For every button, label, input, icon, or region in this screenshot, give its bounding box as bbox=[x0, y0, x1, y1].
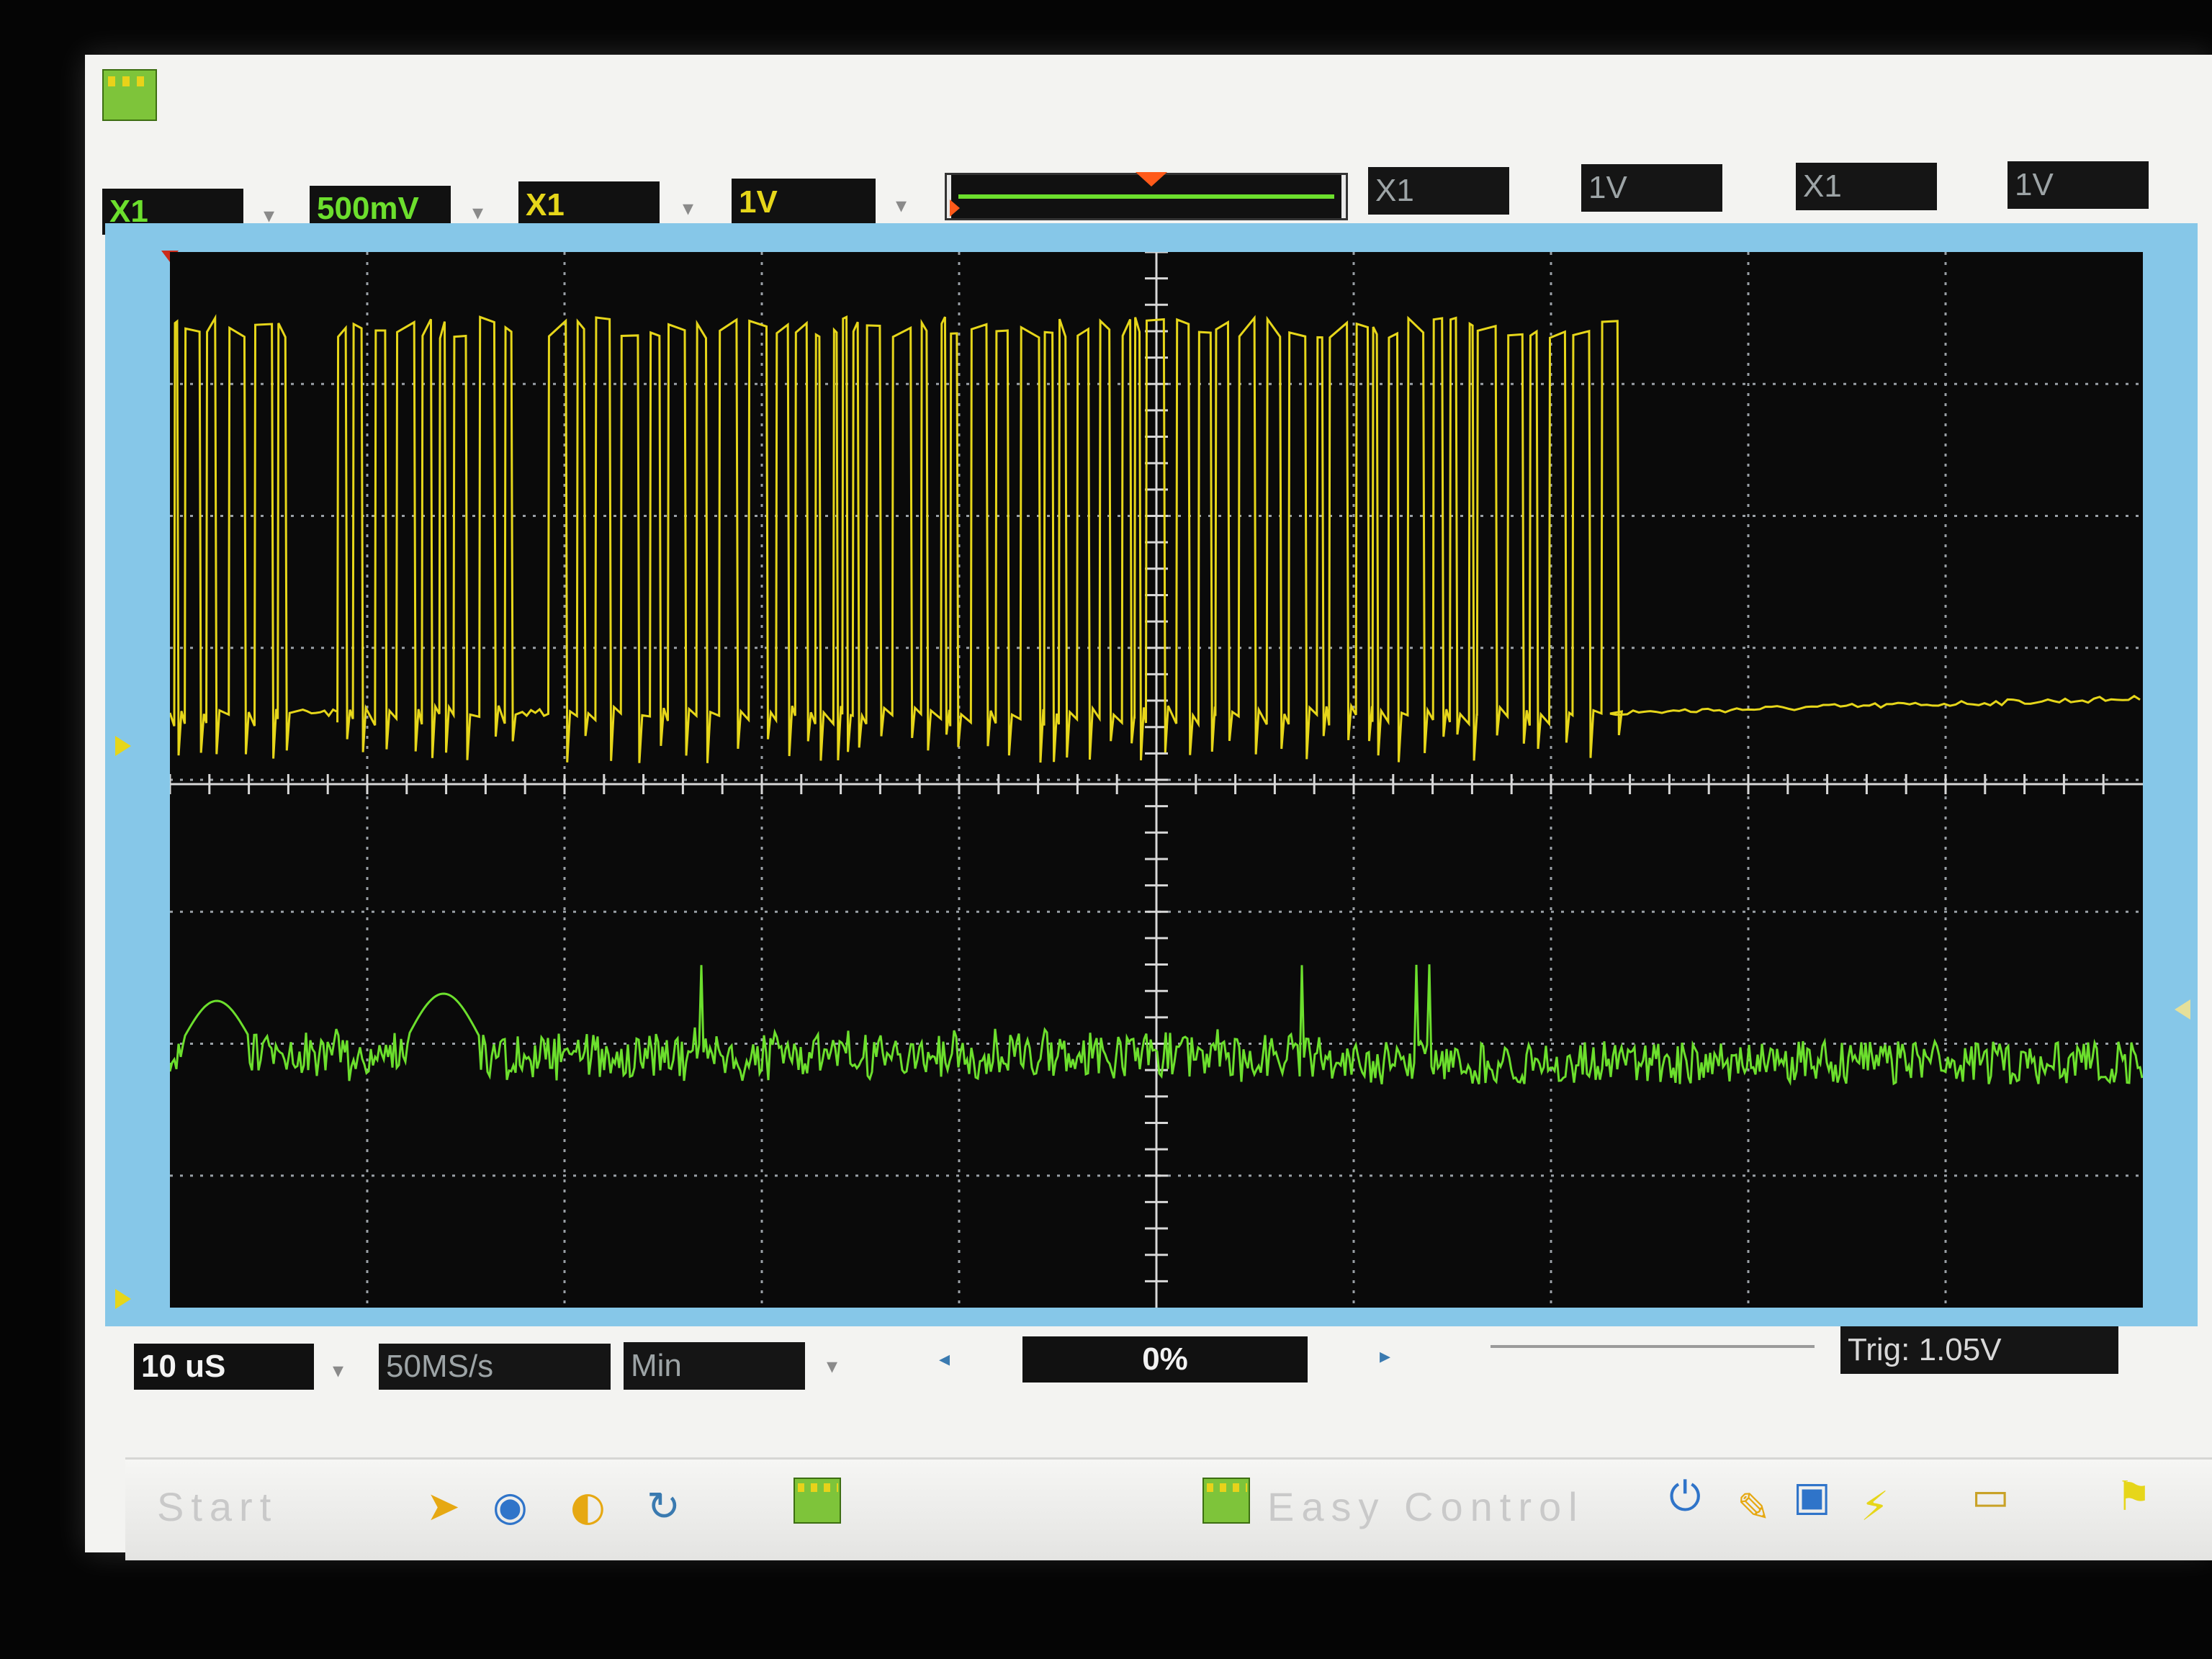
slider-track bbox=[958, 194, 1334, 199]
quick-launch-icon[interactable]: ➤ bbox=[426, 1483, 460, 1530]
triangle-right-icon[interactable]: ▸ bbox=[1380, 1344, 1390, 1369]
ch4-probe-display[interactable]: X1 bbox=[1796, 163, 1937, 210]
ch3-probe-display[interactable]: X1 bbox=[1368, 167, 1509, 215]
acquisition-mode-display[interactable]: Min bbox=[624, 1342, 805, 1390]
start-button[interactable]: Start bbox=[157, 1483, 278, 1530]
media-icon[interactable]: ◐ bbox=[570, 1483, 606, 1530]
oscilloscope-app-icon[interactable] bbox=[793, 1478, 841, 1524]
ch1-ground-marker bbox=[115, 736, 131, 756]
tray-network-icon[interactable]: ⏻ bbox=[1669, 1473, 1701, 1521]
easy-control-app-icon[interactable] bbox=[1202, 1478, 1250, 1524]
oscilloscope-app-icon bbox=[102, 69, 157, 121]
tray-flag-icon[interactable]: ⚑ bbox=[2116, 1473, 2152, 1520]
refresh-icon[interactable]: ↻ bbox=[647, 1483, 680, 1530]
chevron-down-icon[interactable]: ▾ bbox=[683, 196, 693, 221]
ch2-probe-display[interactable]: X1 bbox=[518, 181, 660, 229]
chevron-down-icon[interactable]: ▾ bbox=[827, 1354, 837, 1379]
ch4-volts-div-display[interactable]: 1V bbox=[2008, 161, 2149, 209]
time-div-display[interactable]: 10 uS bbox=[134, 1344, 314, 1390]
ch2-volts-div-display[interactable]: 1V bbox=[732, 179, 876, 226]
trigger-level-marker bbox=[2175, 999, 2190, 1020]
browser-icon[interactable]: ◉ bbox=[493, 1483, 528, 1530]
tray-pen-icon[interactable]: ✎ bbox=[1737, 1485, 1771, 1532]
slider-tip bbox=[950, 199, 960, 217]
tray-display-icon[interactable]: ▣ bbox=[1793, 1473, 1831, 1520]
triangle-left-icon[interactable]: ◂ bbox=[939, 1346, 950, 1372]
tray-battery-icon[interactable]: ▭ bbox=[1972, 1473, 2010, 1520]
slider-end bbox=[1341, 175, 1346, 218]
horizontal-position-display[interactable]: 0% bbox=[1022, 1336, 1308, 1382]
trigger-level-slider[interactable] bbox=[945, 172, 1348, 220]
trigger-marker-icon[interactable] bbox=[1136, 172, 1167, 186]
easy-control-taskbar-item[interactable]: Easy Control bbox=[1267, 1483, 1585, 1530]
sample-rate-display[interactable]: 50MS/s bbox=[379, 1344, 611, 1390]
chevron-down-icon[interactable]: ▾ bbox=[896, 193, 907, 218]
ch2-ground-marker bbox=[115, 1289, 131, 1309]
waveform-display[interactable] bbox=[170, 252, 2143, 1308]
trigger-level-display[interactable]: Trig: 1.05V bbox=[1840, 1326, 2118, 1374]
chevron-down-icon[interactable]: ▾ bbox=[333, 1358, 343, 1383]
chevron-down-icon[interactable]: ▾ bbox=[472, 200, 483, 225]
divider bbox=[1491, 1345, 1815, 1348]
tray-power-icon[interactable]: ⚡ bbox=[1861, 1483, 1889, 1530]
ch3-volts-div-display[interactable]: 1V bbox=[1581, 164, 1722, 212]
